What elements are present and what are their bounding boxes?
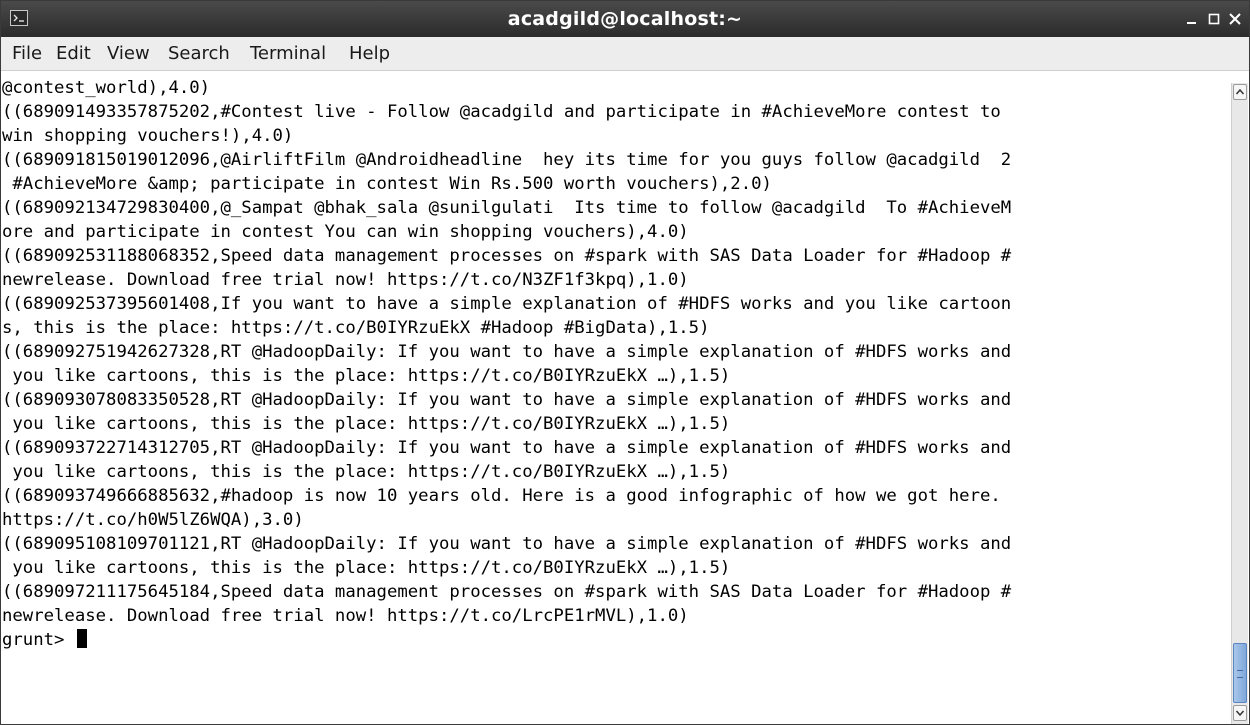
- chevron-up-icon: [1235, 88, 1245, 95]
- close-icon: [1229, 13, 1241, 25]
- menu-file[interactable]: File: [12, 37, 42, 70]
- terminal-line: win shopping vouchers!),4.0): [2, 126, 294, 146]
- terminal-line: s, this is the place: https://t.co/B0IYR…: [2, 318, 710, 338]
- grip-icon: [1237, 670, 1243, 678]
- terminal-line: you like cartoons, this is the place: ht…: [2, 558, 731, 578]
- menu-bar: File Edit View Search Terminal Help: [1, 37, 1249, 71]
- scroll-thumb[interactable]: [1233, 643, 1247, 703]
- scroll-up-button[interactable]: [1233, 84, 1247, 100]
- scroll-down-button[interactable]: [1233, 705, 1247, 721]
- terminal-window: acadgild@localhost:~ File Edit View Sear…: [0, 0, 1250, 725]
- terminal-line: #AchieveMore &amp; participate in contes…: [2, 174, 772, 194]
- terminal-line: ((689092531188068352,Speed data manageme…: [2, 246, 1012, 266]
- close-button[interactable]: [1224, 8, 1246, 30]
- terminal-line: ((689092751942627328,RT @HadoopDaily: If…: [2, 342, 1012, 362]
- terminal-line: you like cartoons, this is the place: ht…: [2, 462, 731, 482]
- maximize-icon: [1208, 13, 1220, 25]
- terminal-line: you like cartoons, this is the place: ht…: [2, 366, 731, 386]
- menu-help[interactable]: Help: [349, 37, 390, 70]
- menu-edit[interactable]: Edit: [56, 37, 91, 70]
- terminal-output[interactable]: @contest_world),4.0) ((68909149335787520…: [1, 71, 1231, 724]
- terminal-line: newrelease. Download free trial now! htt…: [2, 270, 689, 290]
- shell-prompt: grunt>: [2, 630, 75, 650]
- terminal-line: ((689097211175645184,Speed data manageme…: [2, 582, 1012, 602]
- menu-terminal[interactable]: Terminal: [250, 37, 326, 70]
- terminal-line: ((689091493357875202,#Contest live - Fol…: [2, 102, 1001, 122]
- terminal-line: ((689092537395601408,If you want to have…: [2, 294, 1012, 314]
- terminal-line: you like cartoons, this is the place: ht…: [2, 414, 731, 434]
- maximize-button[interactable]: [1203, 8, 1225, 30]
- terminal-line: ((689095108109701121,RT @HadoopDaily: If…: [2, 534, 1012, 554]
- terminal-line: ((689093722714312705,RT @HadoopDaily: If…: [2, 438, 1012, 458]
- minimize-icon: [1187, 22, 1196, 24]
- terminal-line: ((689093749666885632,#hadoop is now 10 y…: [2, 486, 1001, 506]
- minimize-button[interactable]: [1181, 8, 1203, 30]
- text-cursor: [76, 629, 87, 648]
- terminal-line: ore and participate in contest You can w…: [2, 222, 689, 242]
- menu-view[interactable]: View: [107, 37, 150, 70]
- chevron-down-icon: [1235, 710, 1245, 717]
- terminal-line: ((689093078083350528,RT @HadoopDaily: If…: [2, 390, 1012, 410]
- window-title: acadgild@localhost:~: [507, 8, 743, 30]
- prompt-line[interactable]: grunt>: [2, 628, 87, 652]
- terminal-line: @contest_world),4.0): [2, 78, 211, 98]
- terminal-line: https://t.co/h0W5lZ6WQA),3.0): [2, 510, 304, 530]
- terminal-line: ((689091815019012096,@AirliftFilm @Andro…: [2, 150, 1012, 170]
- title-bar[interactable]: acadgild@localhost:~: [1, 1, 1249, 37]
- terminal-line: newrelease. Download free trial now! htt…: [2, 606, 689, 626]
- vertical-scrollbar[interactable]: [1231, 83, 1248, 724]
- menu-search[interactable]: Search: [168, 37, 230, 70]
- terminal-line: ((689092134729830400,@_Sampat @bhak_sala…: [2, 198, 1012, 218]
